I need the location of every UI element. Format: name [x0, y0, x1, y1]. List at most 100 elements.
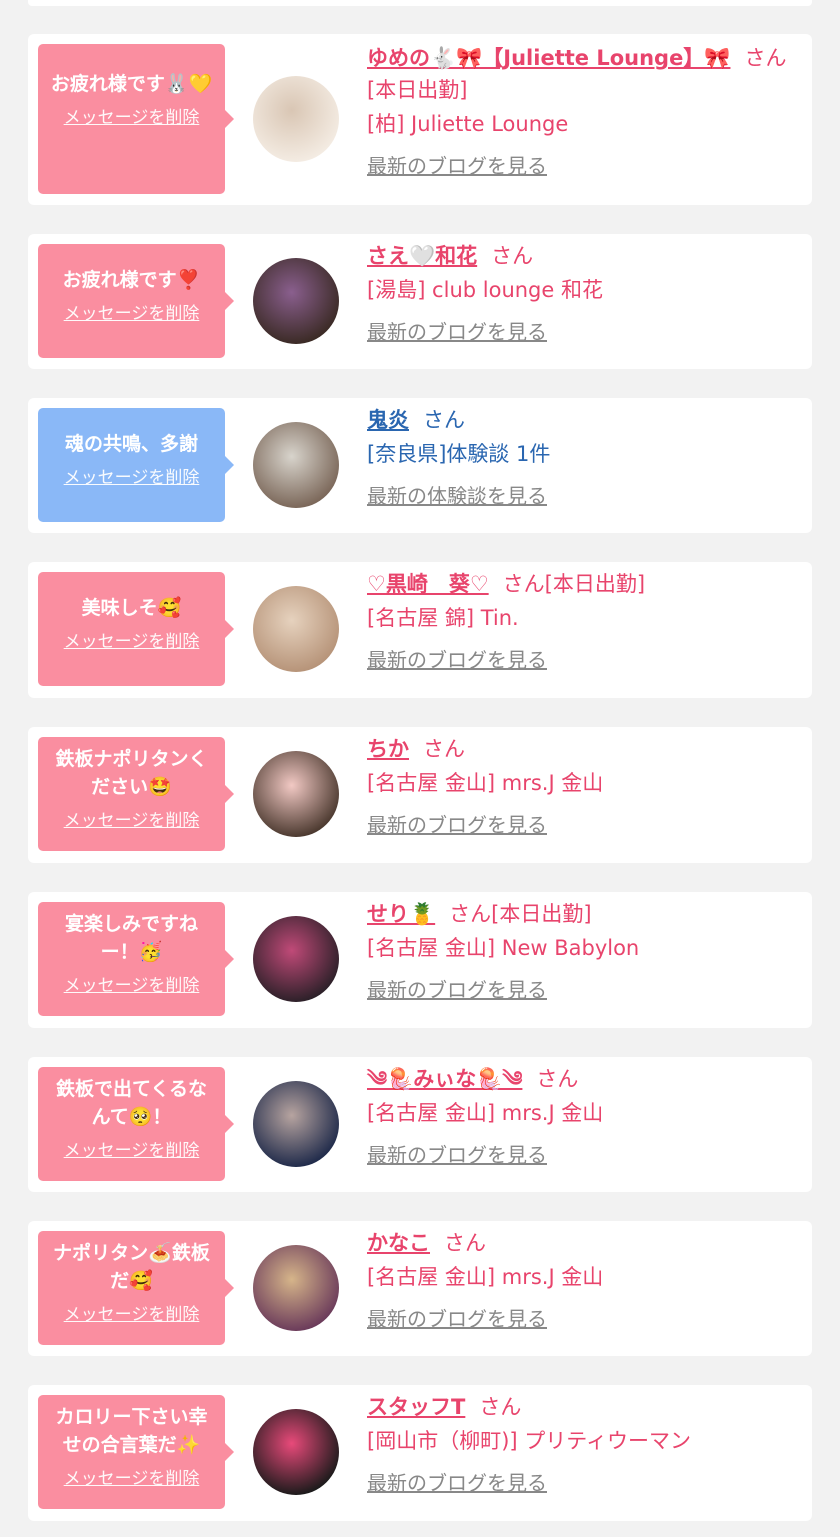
sender-name-link[interactable]: さえ🤍和花: [367, 244, 477, 268]
shop-name: [名古屋 金山] mrs.J 金山: [367, 771, 604, 795]
sender-suffix: さん[本日出勤]: [502, 572, 646, 596]
delete-message-link[interactable]: メッセージを削除: [64, 809, 200, 833]
shop-name: [名古屋 金山] mrs.J 金山: [367, 1101, 604, 1125]
shop-name: [名古屋 金山] New Babylon: [367, 936, 640, 960]
message-bubble: 魂の共鳴、多謝 メッセージを削除: [38, 408, 234, 522]
sender-info: さえ🤍和花 さん [湯島] club lounge 和花最新のブログを見る: [367, 240, 792, 348]
shop-name: [奈良県]体験談 1件: [367, 442, 551, 466]
shop-name: [岡山市（柳町)] プリティウーマン: [367, 1429, 691, 1453]
sender-name-line: ༄🪼みぃな🪼༄ さん: [367, 1063, 792, 1095]
sender-suffix: さん[本日出勤]: [449, 902, 592, 926]
latest-post-link[interactable]: 最新のブログを見る: [367, 1303, 547, 1335]
avatar[interactable]: [253, 916, 339, 1002]
delete-message-link[interactable]: メッセージを削除: [64, 106, 200, 130]
sender-name-line: せり🍍 さん[本日出勤]: [367, 898, 792, 930]
avatar[interactable]: [253, 1409, 339, 1495]
message-text: 美味しそ🥰: [81, 597, 182, 619]
shop-name: [柏] Juliette Lounge: [367, 112, 569, 136]
latest-post-link[interactable]: 最新のブログを見る: [367, 150, 547, 182]
sender-name-link[interactable]: かなこ: [367, 1231, 430, 1255]
shop-name: [湯島] club lounge 和花: [367, 278, 603, 302]
sender-name-link[interactable]: ちか: [367, 737, 409, 761]
previous-card-edge: [28, 0, 812, 6]
sender-info: せり🍍 さん[本日出勤] [名古屋 金山] New Babylon 最新のブログを見る: [367, 898, 792, 1006]
sender-name-link[interactable]: ♡黒崎 葵♡: [367, 572, 489, 596]
avatar[interactable]: [253, 586, 339, 672]
message-text: 鉄板で出てくるなんて🥺！: [55, 1078, 208, 1128]
sender-info: ♡黒崎 葵♡ さん[本日出勤] [名古屋 錦] Tin. 最新のブログを見る: [367, 568, 792, 676]
sender-suffix: さん: [491, 244, 534, 268]
message-bubble: ナポリタン🍝鉄板だ🥰 メッセージを削除: [38, 1231, 234, 1345]
sender-info: スタッフT さん [岡山市（柳町)] プリティウーマン最新のブログを見る: [367, 1391, 792, 1499]
sender-suffix: さん: [423, 408, 465, 432]
latest-post-link[interactable]: 最新のブログを見る: [367, 316, 547, 348]
sender-name-line: さえ🤍和花 さん: [367, 240, 792, 272]
sender-name-line: ♡黒崎 葵♡ さん[本日出勤]: [367, 568, 792, 600]
delete-message-link[interactable]: メッセージを削除: [64, 1139, 200, 1163]
shop-name: [名古屋 金山] mrs.J 金山: [367, 1265, 604, 1289]
message-card: カロリー下さい幸せの合言葉だ✨ メッセージを削除 スタッフT さん [岡山市（柳町)] …: [28, 1385, 812, 1521]
message-card: 鉄板ナポリタンください🤩 メッセージを削除 ちか さん [名古屋 金山] mrs.J 金…: [28, 727, 812, 863]
avatar[interactable]: [253, 751, 339, 837]
sender-name-link[interactable]: スタッフT: [367, 1395, 465, 1419]
message-bubble: お疲れ様です🐰💛 メッセージを削除: [38, 44, 234, 194]
delete-message-link[interactable]: メッセージを削除: [64, 630, 200, 654]
sender-info: 鬼炎 さん [奈良県]体験談 1件最新の体験談を見る: [367, 404, 792, 512]
message-text: 宴楽しみですねー！🥳: [64, 913, 198, 963]
sender-name-line: ちか さん: [367, 733, 792, 765]
sender-name-line: スタッフT さん: [367, 1391, 792, 1423]
delete-message-link[interactable]: メッセージを削除: [64, 1467, 200, 1491]
avatar[interactable]: [253, 76, 339, 162]
sender-name-line: かなこ さん: [367, 1227, 792, 1259]
message-card: お疲れ様です❣️ メッセージを削除 さえ🤍和花 さん [湯島] club lounge …: [28, 234, 812, 369]
message-card: 美味しそ🥰 メッセージを削除 ♡黒崎 葵♡ さん[本日出勤] [名古屋 錦] Tin. 最…: [28, 562, 812, 698]
sender-name-link[interactable]: 鬼炎: [367, 408, 409, 432]
sender-name-link[interactable]: せり🍍: [367, 902, 435, 926]
delete-message-link[interactable]: メッセージを削除: [64, 466, 200, 490]
message-card: 鉄板で出てくるなんて🥺！ メッセージを削除 ༄🪼みぃな🪼༄ さん [名古屋 金山] mr…: [28, 1057, 812, 1192]
sender-info: ༄🪼みぃな🪼༄ さん [名古屋 金山] mrs.J 金山最新のブログを見る: [367, 1063, 792, 1171]
sender-name-link[interactable]: ༄🪼みぃな🪼༄: [367, 1067, 522, 1091]
message-bubble: 宴楽しみですねー！🥳 メッセージを削除: [38, 902, 234, 1016]
latest-post-link[interactable]: 最新の体験談を見る: [367, 480, 547, 512]
sender-name-line: 鬼炎 さん: [367, 404, 792, 436]
message-text: カロリー下さい幸せの合言葉だ✨: [55, 1406, 208, 1456]
message-bubble: 鉄板で出てくるなんて🥺！ メッセージを削除: [38, 1067, 234, 1181]
message-list: お疲れ様です🐰💛 メッセージを削除 ゆめの🐇🎀【Juliette Lounge】🎀 さ…: [0, 0, 840, 1537]
latest-post-link[interactable]: 最新のブログを見る: [367, 1467, 547, 1499]
message-text: 魂の共鳴、多謝: [64, 433, 198, 455]
sender-name-line: ゆめの🐇🎀【Juliette Lounge】🎀 さん[本日出勤]: [367, 42, 792, 106]
delete-message-link[interactable]: メッセージを削除: [64, 1303, 200, 1327]
sender-info: ゆめの🐇🎀【Juliette Lounge】🎀 さん[本日出勤] [柏] Julie…: [367, 42, 792, 182]
message-bubble: お疲れ様です❣️ メッセージを削除: [38, 244, 234, 358]
delete-message-link[interactable]: メッセージを削除: [64, 302, 200, 326]
delete-message-link[interactable]: メッセージを削除: [64, 974, 200, 998]
sender-suffix: さん: [423, 737, 465, 761]
sender-info: ちか さん [名古屋 金山] mrs.J 金山最新のブログを見る: [367, 733, 792, 841]
message-text: お疲れ様です❣️: [62, 269, 201, 291]
latest-post-link[interactable]: 最新のブログを見る: [367, 809, 547, 841]
message-card: ナポリタン🍝鉄板だ🥰 メッセージを削除 かなこ さん [名古屋 金山] mrs.J 金山…: [28, 1221, 812, 1356]
message-card: 宴楽しみですねー！🥳 メッセージを削除 せり🍍 さん[本日出勤] [名古屋 金山] Ne…: [28, 892, 812, 1028]
message-bubble: 美味しそ🥰 メッセージを削除: [38, 572, 234, 686]
sender-info: かなこ さん [名古屋 金山] mrs.J 金山最新のブログを見る: [367, 1227, 792, 1335]
latest-post-link[interactable]: 最新のブログを見る: [367, 1139, 547, 1171]
message-card: お疲れ様です🐰💛 メッセージを削除 ゆめの🐇🎀【Juliette Lounge】🎀 さ…: [28, 34, 812, 205]
sender-name-link[interactable]: ゆめの🐇🎀【Juliette Lounge】🎀: [367, 46, 730, 70]
sender-suffix: さん: [444, 1231, 486, 1255]
message-bubble: カロリー下さい幸せの合言葉だ✨ メッセージを削除: [38, 1395, 234, 1509]
avatar[interactable]: [253, 1081, 339, 1167]
message-card: 魂の共鳴、多謝 メッセージを削除 鬼炎 さん [奈良県]体験談 1件最新の体験談を見る: [28, 398, 812, 533]
message-bubble: 鉄板ナポリタンください🤩 メッセージを削除: [38, 737, 234, 851]
message-text: お疲れ様です🐰💛: [50, 73, 213, 95]
latest-post-link[interactable]: 最新のブログを見る: [367, 974, 547, 1006]
avatar[interactable]: [253, 258, 339, 344]
message-text: 鉄板ナポリタンください🤩: [55, 748, 208, 798]
avatar[interactable]: [253, 1245, 339, 1331]
shop-name: [名古屋 錦] Tin.: [367, 606, 519, 630]
message-text: ナポリタン🍝鉄板だ🥰: [53, 1242, 210, 1292]
sender-suffix: さん: [479, 1395, 522, 1419]
avatar[interactable]: [253, 422, 339, 508]
latest-post-link[interactable]: 最新のブログを見る: [367, 644, 547, 676]
sender-suffix: さん: [536, 1067, 579, 1091]
